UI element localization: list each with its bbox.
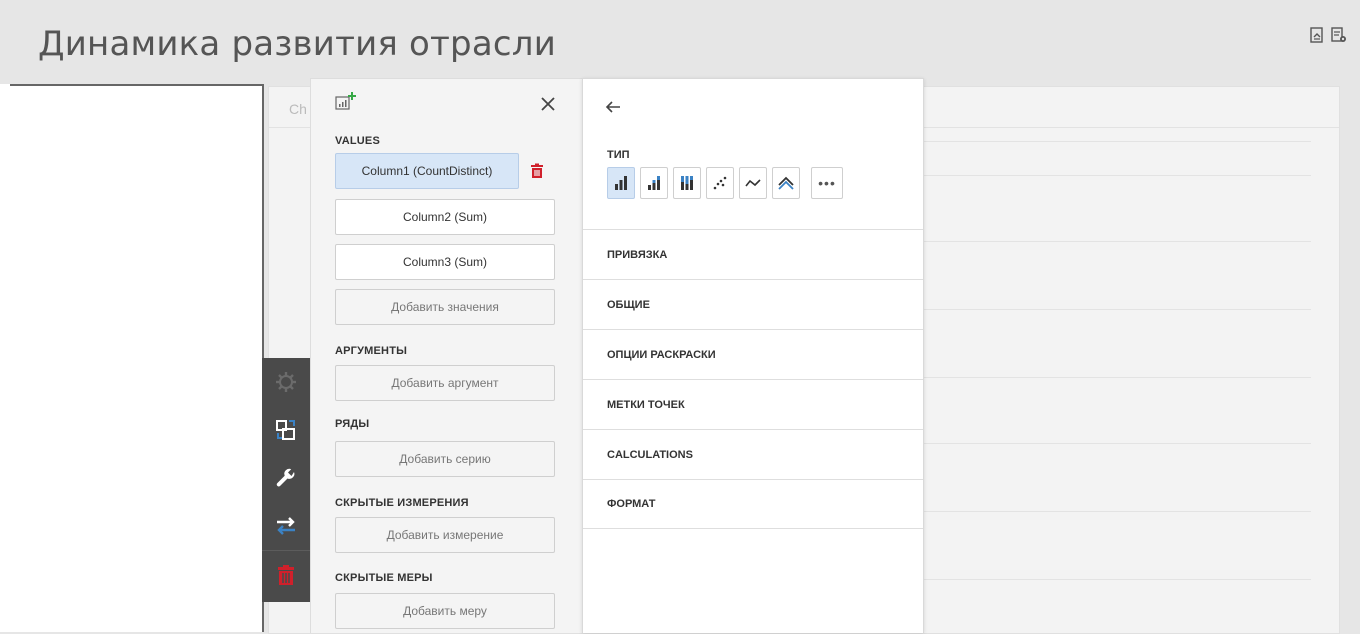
section-hidden-dimensions-label: СКРЫТЫЕ ИЗМЕРЕНИЯ	[335, 497, 469, 509]
export-icon[interactable]	[1308, 26, 1326, 44]
dashboard-title: Динамика развития отрасли	[38, 24, 556, 64]
canvas-divider	[10, 84, 262, 86]
parameters-icon[interactable]	[1330, 26, 1348, 44]
section-arguments-label: АРГУМЕНТЫ	[335, 345, 408, 357]
bar-icon	[615, 176, 627, 190]
section-values-label: VALUES	[335, 135, 381, 147]
chart-gridline	[891, 175, 1311, 176]
section-calculations[interactable]: CALCULATIONS	[583, 429, 923, 479]
area-icon	[778, 176, 794, 190]
chart-type-full-stacked-bar[interactable]	[673, 167, 701, 199]
more-chart-types-button[interactable]: •••	[811, 167, 843, 199]
chart-type-bar[interactable]	[607, 167, 635, 199]
chart-gridline	[891, 141, 1311, 142]
back-arrow-icon[interactable]	[603, 97, 623, 117]
chart-item-caption: Ch	[289, 101, 307, 117]
section-coloring-options[interactable]: ОПЦИИ РАСКРАСКИ	[583, 329, 923, 379]
settings-button[interactable]	[262, 358, 310, 406]
chart-gridline	[891, 579, 1311, 580]
dashboard-canvas-empty-item	[0, 84, 264, 632]
chart-options-panel: ТИП ••• ПРИВЯЗКА ОБЩИЕ ОПЦИИ РАСКРАСКИ М…	[582, 78, 924, 633]
section-general[interactable]: ОБЩИЕ	[583, 279, 923, 329]
wrench-icon	[276, 468, 295, 487]
convert-button[interactable]	[262, 406, 310, 454]
chart-gridline	[891, 443, 1311, 444]
chart-type-area[interactable]	[772, 167, 800, 199]
chart-type-line[interactable]	[739, 167, 767, 199]
chart-gridline	[891, 377, 1311, 378]
section-series-label: РЯДЫ	[335, 418, 370, 430]
point-icon	[713, 176, 727, 190]
trash-icon[interactable]	[529, 163, 545, 179]
header-actions	[1308, 26, 1348, 44]
add-series-button[interactable]: Добавить серию	[335, 441, 555, 477]
stacked-bar-icon	[648, 176, 660, 190]
convert-icon	[276, 420, 295, 440]
chart-type-stacked-bar[interactable]	[640, 167, 668, 199]
chart-gridline	[891, 241, 1311, 242]
chart-gridline	[891, 309, 1311, 310]
value-item[interactable]: Column3 (Sum)	[335, 244, 555, 280]
close-button[interactable]	[537, 93, 559, 115]
swap-arrows-icon	[277, 517, 295, 535]
section-point-labels[interactable]: МЕТКИ ТОЧЕК	[583, 379, 923, 429]
chart-type-point[interactable]	[706, 167, 734, 199]
add-value-button[interactable]: Добавить значения	[335, 289, 555, 325]
chart-gridline	[891, 511, 1311, 512]
data-binding-panel: VALUES Column1 (CountDistinct) Column2 (…	[310, 78, 583, 633]
value-item[interactable]: Column2 (Sum)	[335, 199, 555, 235]
add-dimension-button[interactable]: Добавить измерение	[335, 517, 555, 553]
section-format[interactable]: ФОРМАТ	[583, 479, 923, 529]
delete-item-button[interactable]	[262, 550, 310, 599]
section-hidden-measures-label: СКРЫТЫЕ МЕРЫ	[335, 572, 433, 584]
line-icon	[745, 179, 761, 187]
value-item[interactable]: Column1 (CountDistinct)	[335, 153, 519, 189]
add-chart-pane-icon[interactable]	[335, 91, 357, 111]
add-argument-button[interactable]: Добавить аргумент	[335, 365, 555, 401]
chart-type-selector: •••	[607, 167, 843, 199]
options-button[interactable]	[262, 454, 310, 502]
add-measure-button[interactable]: Добавить меру	[335, 593, 555, 629]
gear-icon	[276, 372, 296, 392]
interactivity-button[interactable]	[262, 502, 310, 550]
item-side-toolbar	[262, 358, 310, 602]
full-stacked-bar-icon	[681, 176, 693, 190]
close-icon	[541, 97, 555, 111]
trash-icon	[278, 565, 294, 585]
section-binding[interactable]: ПРИВЯЗКА	[583, 229, 923, 279]
type-label: ТИП	[607, 149, 630, 161]
